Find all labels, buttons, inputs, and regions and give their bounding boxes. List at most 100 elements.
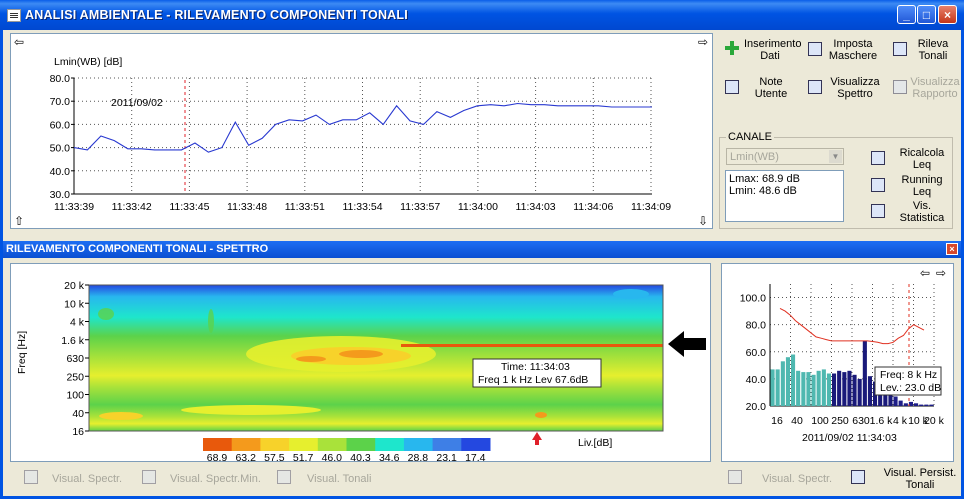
pointer-arrow-icon (668, 331, 706, 357)
spectrum-window-titlebar: RILEVAMENTO COMPONENTI TONALI - SPETTRO … (3, 241, 961, 258)
color-scale-label: 57.5 (264, 452, 285, 463)
spectrogram-tooltip-freq: Freq 1 k Hz Lev 67.6dB (478, 374, 588, 386)
visual-tonali-button[interactable]: Visual. Tonali (307, 473, 371, 485)
color-scale-label: 46.0 (322, 452, 343, 463)
running-leq-button[interactable]: Running Leq (896, 174, 948, 198)
spectrogram-panel: Freq [Hz] 20 k 10 k4 k 1.6 k 630 250 100 40 16 … (10, 263, 711, 464)
date-marker-label: 2011/09/02 (111, 97, 163, 109)
spectrum-bar (898, 400, 903, 406)
color-scale-swatch (203, 438, 233, 451)
y-axis-label: Lmin(WB) [dB] (54, 56, 122, 68)
spectrum-nav-right-icon[interactable]: ⇨ (936, 266, 946, 280)
spectrum-bar (924, 404, 929, 406)
spectrum-window-title: RILEVAMENTO COMPONENTI TONALI - SPETTRO (6, 243, 269, 255)
y-tick-label: 60.0 (50, 119, 71, 131)
color-scale-swatch (346, 438, 376, 451)
spectrogram-image (89, 285, 663, 431)
spectrum-bar (826, 373, 831, 406)
minimize-button[interactable]: _ (897, 5, 916, 24)
freq-tick-label: 10 k (64, 298, 85, 310)
visual-tonali-icon (277, 470, 291, 484)
freq-axis-label: Freq [Hz] (16, 331, 28, 374)
spectrum-bar (862, 340, 867, 406)
color-scale-label: 51.7 (293, 452, 314, 463)
x-tick-label: 11:33:54 (342, 201, 382, 213)
vis-statistica-button[interactable]: Vis. Statistica (896, 200, 948, 224)
time-history-chart: ⇦ ⇨ ⇧ ⇩ Lmin(WB) [dB] 2011/09/02 80.0 70.… (14, 35, 708, 228)
freq-tick-label: 630 (66, 353, 84, 365)
channel-select[interactable]: Lmin(WB) ▼ (726, 148, 844, 165)
spectrum-bar (801, 372, 806, 406)
spectrum-bar (893, 396, 898, 406)
visual-spectr-min-icon (142, 470, 156, 484)
x-tick-label: 630 (852, 415, 870, 427)
close-button[interactable]: × (938, 5, 957, 24)
spectrum-bar (816, 370, 821, 406)
color-scale-label: 34.6 (379, 452, 400, 463)
x-tick-label: 250 (831, 415, 849, 427)
spectrum-nav-left-icon[interactable]: ⇦ (920, 266, 930, 280)
spectrum-bar (832, 373, 837, 406)
app-icon (7, 9, 21, 22)
y-tick-label: 50.0 (50, 143, 71, 155)
nav-left-icon[interactable]: ⇦ (14, 35, 24, 49)
time-cursor-arrow-icon[interactable] (532, 432, 542, 445)
canale-legend: CANALE (726, 131, 775, 143)
color-scale-swatch (231, 438, 261, 451)
visual-spectr-right-icon (728, 470, 742, 484)
x-tick-label: 11:33:51 (285, 201, 325, 213)
y-tick-label: 100.0 (740, 293, 766, 305)
nav-down-icon[interactable]: ⇩ (698, 214, 708, 228)
rileva-tonali-button[interactable]: Rileva Tonali (913, 38, 953, 62)
freq-tick-label: 100 (66, 390, 84, 402)
nav-right-icon[interactable]: ⇨ (698, 35, 708, 49)
x-tick-label: 40 (791, 415, 803, 427)
x-tick-label: 1.6 k (870, 415, 894, 427)
ricalcola-leq-button[interactable]: Ricalcola Leq (896, 147, 948, 171)
title-bar: ANALISI AMBIENTALE - RILEVAMENTO COMPONE… (0, 0, 964, 30)
x-tick-label: 11:33:48 (227, 201, 267, 213)
y-tick-label: 80.0 (50, 73, 71, 85)
spectrogram-tooltip: Time: 11:34:03 Freq 1 k Hz Lev 67.6dB (472, 358, 602, 388)
y-tick-label: 70.0 (50, 96, 71, 108)
spectrum-close-button[interactable]: × (946, 243, 958, 255)
imposta-maschere-button[interactable]: Imposta Maschere (826, 38, 880, 62)
x-tick-label: 11:33:57 (400, 201, 440, 213)
spectrum-bar (857, 378, 862, 406)
x-tick-label: 11:33:39 (54, 201, 94, 213)
spectrum-bar (811, 374, 816, 406)
nav-up-icon[interactable]: ⇧ (14, 214, 24, 228)
visualizza-rapporto-button[interactable]: Visualizza Rapporto (910, 76, 960, 100)
x-tick-label: 16 (771, 415, 783, 427)
note-utente-button[interactable]: Note Utente (750, 76, 792, 100)
visual-spectr-button[interactable]: Visual. Spectr. (52, 473, 122, 485)
visual-spectr-min-button[interactable]: Visual. Spectr.Min. (170, 473, 261, 485)
spectrum-bar (780, 361, 785, 406)
spectrum-panel: ⇦ ⇨ 100.0 80.0 60.0 40.0 20.0 Freq: 8 k Hz L… (721, 263, 954, 462)
spectrum-bar (785, 357, 790, 406)
color-scale-swatch (403, 438, 434, 451)
spectrum-bar (796, 370, 801, 406)
visualizza-spettro-button[interactable]: Visualizza Spettro (828, 76, 882, 100)
freq-tick-label: 1.6 k (61, 335, 85, 347)
color-scale-label: 40.3 (350, 452, 371, 463)
visual-persist-tonali-button[interactable]: Visual. Persist. Tonali (880, 467, 960, 491)
inserimento-dati-button[interactable]: Inserimento Dati (744, 38, 801, 62)
x-tick-label: 11:33:45 (169, 201, 209, 213)
spectrum-date-label: 2011/09/02 11:34:03 (802, 432, 897, 444)
y-tick-label: 80.0 (746, 320, 767, 332)
freq-tick-label: 250 (66, 371, 84, 383)
color-scale-swatch (432, 438, 462, 451)
spectrum-tooltip: Freq: 8 k Hz Lev.: 23.0 dB (874, 366, 942, 396)
window-title: ANALISI AMBIENTALE - RILEVAMENTO COMPONE… (25, 8, 408, 22)
spectrum-tooltip-level: Lev.: 23.0 dB (880, 382, 941, 394)
threshold-curve-line (779, 307, 925, 345)
y-tick-label: 40.0 (746, 374, 767, 386)
maximize-button[interactable]: □ (917, 5, 936, 24)
visual-spectr-icon (24, 470, 38, 484)
visual-spectr-right-button[interactable]: Visual. Spectr. (762, 473, 832, 485)
spectrum-bar (770, 369, 775, 406)
y-tick-label: 60.0 (746, 347, 767, 359)
freq-tick-label: 20 k (64, 280, 85, 292)
detect-tones-icon (893, 42, 907, 56)
